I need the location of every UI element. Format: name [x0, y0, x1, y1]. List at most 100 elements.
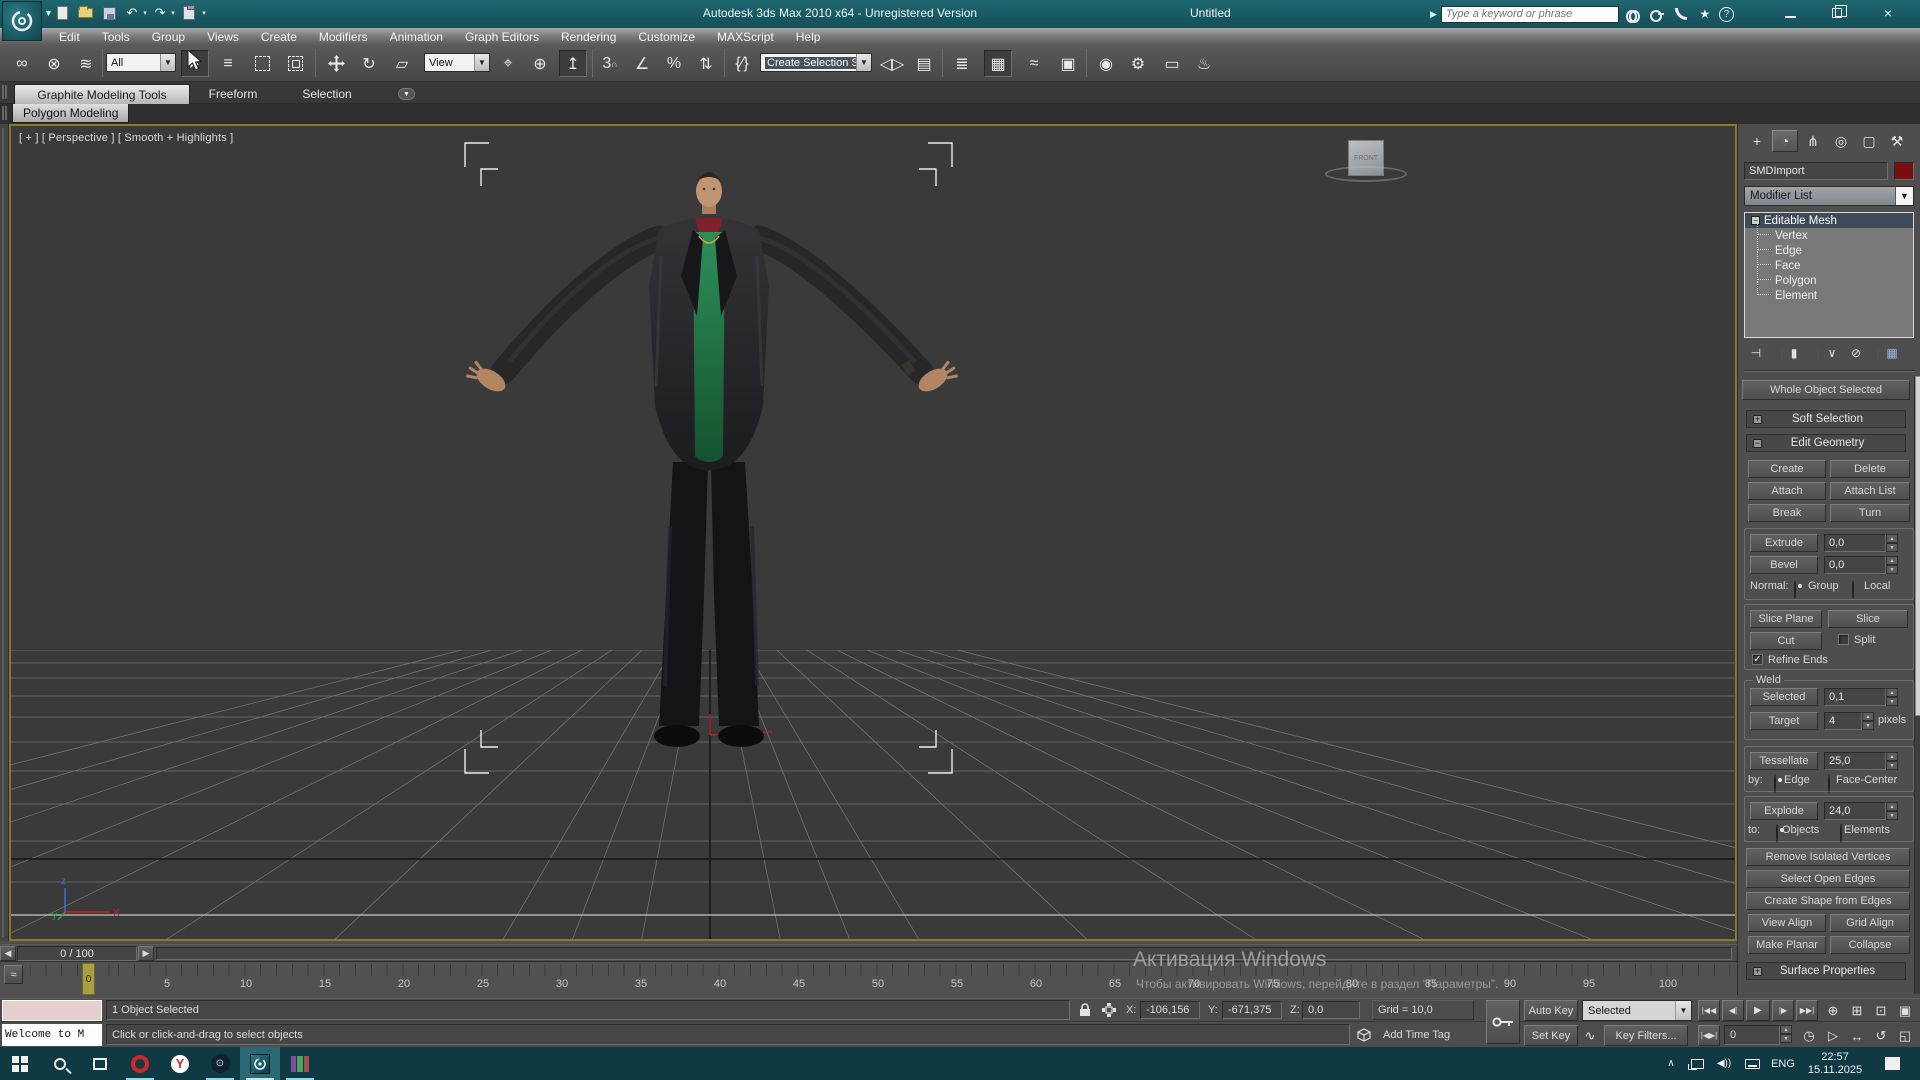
select-and-manipulate-icon[interactable]: ⊕: [526, 50, 554, 77]
touch-keyboard-icon[interactable]: [1738, 1047, 1766, 1080]
stack-item-element[interactable]: Element: [1745, 288, 1913, 303]
restore-button[interactable]: [1815, 0, 1859, 26]
use-pivot-point-icon[interactable]: ⌖: [494, 50, 522, 77]
key-filters-button[interactable]: Key Filters...: [1604, 1025, 1688, 1046]
ribbon-tab-selection[interactable]: Selection: [294, 84, 360, 104]
snaps-toggle-icon[interactable]: 3∩: [596, 50, 624, 77]
undo-dropdown[interactable]: ▾: [141, 4, 149, 22]
search-icon[interactable]: [1623, 5, 1643, 23]
frame-counter[interactable]: 0 / 100: [17, 946, 137, 961]
quick-access-dropdown[interactable]: ▾: [200, 4, 208, 22]
show-end-result-icon[interactable]: ▮: [1784, 344, 1804, 362]
action-center-icon[interactable]: [1876, 1047, 1908, 1080]
selection-level-display[interactable]: Whole Object Selected: [1742, 380, 1910, 400]
taskbar-winrar[interactable]: [280, 1047, 320, 1080]
time-slider-track[interactable]: [156, 947, 1732, 960]
reference-coordinate-system-dropdown[interactable]: View▼: [424, 53, 490, 72]
render-production-teapot-icon[interactable]: ♨: [1190, 50, 1218, 77]
normal-group-radio[interactable]: [1794, 580, 1796, 599]
communication-center-icon[interactable]: [1671, 5, 1691, 23]
taskbar-3dsmax-active[interactable]: [240, 1047, 280, 1080]
modify-tab[interactable]: ◔: [1772, 130, 1798, 152]
bevel-button[interactable]: Bevel: [1750, 556, 1818, 574]
material-editor-icon[interactable]: ◉: [1092, 50, 1120, 77]
select-and-move-icon[interactable]: [322, 50, 350, 77]
configure-modifier-sets-icon[interactable]: ▦: [1882, 344, 1902, 362]
create-tab[interactable]: +: [1744, 130, 1770, 152]
weld-target-value-field[interactable]: 4: [1824, 712, 1862, 730]
play-animation-button[interactable]: ▶: [1746, 1000, 1770, 1021]
ribbon-tab-graphite[interactable]: Graphite Modeling Tools: [14, 84, 190, 104]
character-model[interactable]: [466, 172, 958, 747]
select-by-name-icon[interactable]: ≡: [214, 50, 242, 77]
isolate-selection-cube-icon[interactable]: [1354, 1026, 1374, 1044]
schematic-view-icon[interactable]: ▣: [1054, 50, 1082, 77]
panel-scrollbar[interactable]: [1914, 376, 1920, 994]
graphite-modeling-tools-toggle-icon[interactable]: ▦: [984, 50, 1012, 77]
open-file-button[interactable]: [76, 4, 94, 22]
close-button[interactable]: ×: [1866, 0, 1910, 26]
maxscript-listener[interactable]: Welcome to M: [2, 1024, 102, 1046]
select-and-link-icon[interactable]: ∞: [8, 50, 36, 77]
weld-target-button[interactable]: Target: [1750, 712, 1818, 730]
curve-editor-icon[interactable]: ≈: [1020, 50, 1048, 77]
percent-snap-toggle-icon[interactable]: %: [660, 50, 688, 77]
ribbon-grip[interactable]: [2, 85, 7, 99]
edit-named-selection-sets-icon[interactable]: {∕}: [728, 50, 756, 77]
y-coordinate-field[interactable]: -671,375: [1222, 1001, 1282, 1019]
to-elements-radio[interactable]: [1840, 824, 1842, 843]
render-setup-icon[interactable]: ⚙: [1124, 50, 1152, 77]
motion-tab[interactable]: ◎: [1828, 130, 1854, 152]
task-view-button[interactable]: [80, 1047, 120, 1080]
explode-value-field[interactable]: 24,0: [1824, 802, 1886, 820]
infocenter-arrow-icon[interactable]: ▶: [1430, 9, 1437, 20]
undo-button[interactable]: ↶: [123, 4, 141, 22]
new-file-button[interactable]: [53, 4, 71, 22]
next-frame-arrow[interactable]: ▶: [138, 946, 154, 961]
make-planar-button[interactable]: Make Planar: [1748, 936, 1826, 954]
ribbon-panel-grip[interactable]: [2, 106, 7, 120]
tessellate-button[interactable]: Tessellate: [1750, 752, 1818, 770]
select-and-scale-icon[interactable]: ▱: [388, 50, 416, 77]
add-time-tag[interactable]: Add Time Tag: [1378, 1024, 1474, 1045]
selection-filter-dropdown[interactable]: All▼: [106, 53, 176, 72]
tray-chevron-icon[interactable]: ∧: [1658, 1047, 1684, 1080]
taskbar-steam[interactable]: ⊙: [200, 1047, 240, 1080]
left-dock-strip[interactable]: [0, 124, 9, 941]
previous-frame-button[interactable]: ◀|: [1722, 1000, 1744, 1021]
viewport-label[interactable]: [ + ] [ Perspective ] [ Smooth + Highlig…: [19, 132, 233, 144]
zoom-extents-icon[interactable]: ⊡: [1870, 1001, 1892, 1021]
ribbon-minimize-dropdown-icon[interactable]: ▼: [398, 88, 415, 100]
object-color-swatch[interactable]: [1894, 162, 1914, 180]
menu-group[interactable]: Group: [141, 30, 196, 44]
perspective-viewport[interactable]: [ + ] [ Perspective ] [ Smooth + Highlig…: [9, 124, 1737, 941]
help-icon[interactable]: ?: [1719, 7, 1734, 22]
start-button[interactable]: [0, 1047, 40, 1080]
z-coordinate-field[interactable]: 0,0: [1302, 1001, 1360, 1019]
redo-button[interactable]: ↷: [151, 4, 169, 22]
time-configuration-icon[interactable]: ◷: [1798, 1026, 1820, 1046]
attach-list-button[interactable]: Attach List: [1830, 482, 1910, 500]
weld-selected-value-field[interactable]: 0,1: [1824, 688, 1886, 706]
named-selection-set-combo[interactable]: Create Selection Se▼: [760, 53, 872, 72]
menu-graph-editors[interactable]: Graph Editors: [454, 30, 550, 44]
weld-target-spinner[interactable]: ▲▼: [1862, 712, 1874, 730]
taskbar-search-button[interactable]: [40, 1047, 80, 1080]
taskbar-yandex[interactable]: Y: [160, 1047, 200, 1080]
application-menu-arrow-icon[interactable]: ▼: [44, 8, 53, 18]
redo-dropdown[interactable]: ▾: [169, 4, 177, 22]
network-icon[interactable]: [1684, 1047, 1710, 1080]
break-button[interactable]: Break: [1748, 504, 1826, 522]
x-coordinate-field[interactable]: -106,156: [1140, 1001, 1200, 1019]
set-key-button[interactable]: Set Key: [1524, 1025, 1578, 1046]
unlink-selection-icon[interactable]: ⊗: [40, 50, 68, 77]
selection-lock-icon[interactable]: [1076, 1002, 1094, 1018]
remove-modifier-icon[interactable]: ⊘: [1846, 344, 1866, 362]
save-file-button[interactable]: [100, 4, 118, 22]
make-unique-icon[interactable]: ∨: [1822, 344, 1842, 362]
go-to-start-button[interactable]: |◀◀: [1698, 1000, 1720, 1021]
menu-rendering[interactable]: Rendering: [550, 30, 627, 44]
menu-tools[interactable]: Tools: [91, 30, 141, 44]
explode-spinner[interactable]: ▲▼: [1886, 802, 1898, 820]
application-menu-button[interactable]: [2, 1, 42, 41]
